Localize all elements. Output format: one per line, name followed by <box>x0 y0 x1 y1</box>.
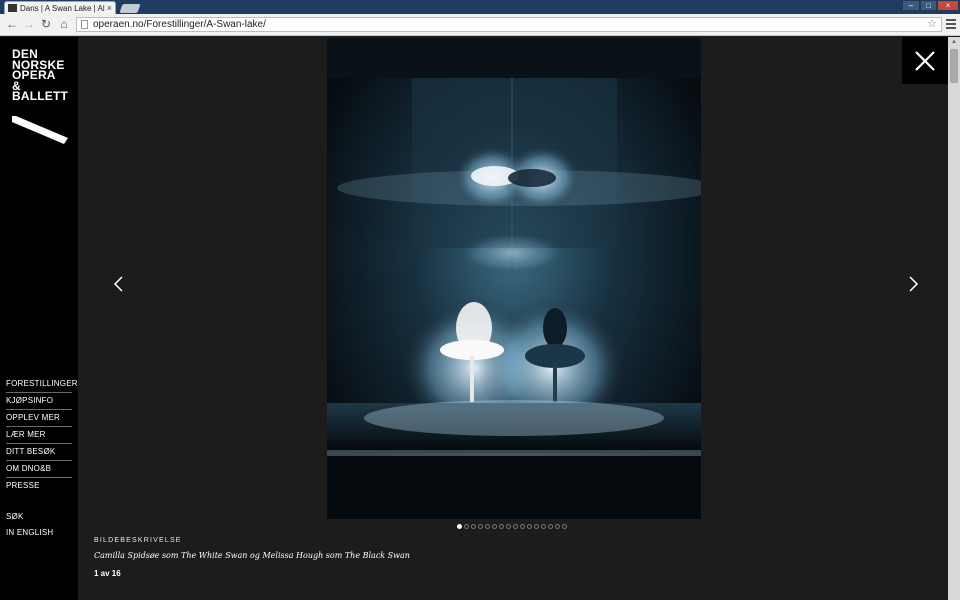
forward-arrow-icon[interactable]: → <box>22 17 36 31</box>
site-favicon-icon <box>8 4 17 12</box>
nav-item-opplev-mer[interactable]: OPPLEV MER <box>6 410 72 427</box>
english-link[interactable]: IN ENGLISH <box>6 525 72 541</box>
tab-title: Dans | A Swan Lake | Aliso <box>20 3 105 13</box>
scroll-up-icon[interactable]: ▲ <box>950 39 958 47</box>
next-image-arrow[interactable] <box>907 276 919 292</box>
nav-item-forestillinger[interactable]: FORESTILLINGER <box>6 376 78 393</box>
caption-label: BILDEBESKRIVELSE <box>94 537 182 544</box>
chevron-right-icon <box>909 276 919 292</box>
stage-photo-image <box>327 38 701 519</box>
nav-item-kjopsinfo[interactable]: KJØPSINFO <box>6 393 72 410</box>
reload-icon[interactable]: ↻ <box>39 17 53 31</box>
scrollbar[interactable] <box>948 37 960 600</box>
new-tab-button[interactable] <box>119 4 141 13</box>
scrollbar-thumb[interactable] <box>950 49 958 83</box>
window-close-button[interactable]: × <box>937 0 959 11</box>
minimize-button[interactable]: – <box>902 0 920 11</box>
nav-item-ditt-besok[interactable]: DITT BESØK <box>6 444 72 461</box>
close-gallery-button[interactable] <box>902 37 948 84</box>
pagination-dot[interactable] <box>464 524 469 529</box>
gallery-photo <box>327 38 701 519</box>
chevron-left-icon <box>113 276 123 292</box>
secondary-nav: SØK IN ENGLISH <box>6 509 72 541</box>
pagination-dot[interactable] <box>492 524 497 529</box>
browser-tab[interactable]: Dans | A Swan Lake | Aliso × <box>4 1 116 14</box>
bookmark-star-icon[interactable]: ☆ <box>927 18 937 31</box>
page-icon <box>81 20 88 29</box>
browser-toolbar: ← → ↻ ⌂ operaen.no/Forestillinger/A-Swan… <box>0 14 960 36</box>
logo-slash-icon <box>12 116 68 144</box>
url-text: operaen.no/Forestillinger/A-Swan-lake/ <box>93 19 266 30</box>
pagination-dot[interactable] <box>527 524 532 529</box>
back-arrow-icon[interactable]: ← <box>5 17 19 31</box>
logo-line: BALLETT <box>12 89 69 103</box>
pagination-dot[interactable] <box>534 524 539 529</box>
browser-titlebar: Dans | A Swan Lake | Aliso × – □ × <box>0 0 960 14</box>
pagination-dot[interactable] <box>513 524 518 529</box>
image-counter: 1 av 16 <box>94 569 121 578</box>
gallery-pagination <box>457 524 567 530</box>
address-bar[interactable]: operaen.no/Forestillinger/A-Swan-lake/ ☆ <box>76 17 942 32</box>
tab-close-icon[interactable]: × <box>107 3 112 13</box>
pagination-dot[interactable] <box>506 524 511 529</box>
nav-item-presse[interactable]: PRESSE <box>6 478 72 494</box>
browser-menu-icon[interactable] <box>946 19 956 29</box>
nav-item-laer-mer[interactable]: LÆR MER <box>6 427 72 444</box>
pagination-dot[interactable] <box>548 524 553 529</box>
site-logo[interactable]: DEN NORSKE OPERA & BALLETT <box>12 48 69 103</box>
pagination-dot[interactable] <box>485 524 490 529</box>
home-icon[interactable]: ⌂ <box>57 17 71 31</box>
pagination-dot[interactable] <box>499 524 504 529</box>
image-caption: Camilla Spidsøe som The White Swan og Me… <box>94 551 410 560</box>
search-link[interactable]: SØK <box>6 509 72 525</box>
pagination-dot[interactable] <box>541 524 546 529</box>
pagination-dot[interactable] <box>457 524 462 529</box>
maximize-button[interactable]: □ <box>920 0 937 11</box>
main-nav: FORESTILLINGER KJØPSINFO OPPLEV MER LÆR … <box>6 376 78 494</box>
nav-item-om-dnob[interactable]: OM DNO&B <box>6 461 72 478</box>
pagination-dot[interactable] <box>520 524 525 529</box>
pagination-dot[interactable] <box>555 524 560 529</box>
pagination-dot[interactable] <box>562 524 567 529</box>
pagination-dot[interactable] <box>478 524 483 529</box>
previous-image-arrow[interactable] <box>113 276 125 292</box>
close-icon <box>915 51 935 71</box>
pagination-dot[interactable] <box>471 524 476 529</box>
